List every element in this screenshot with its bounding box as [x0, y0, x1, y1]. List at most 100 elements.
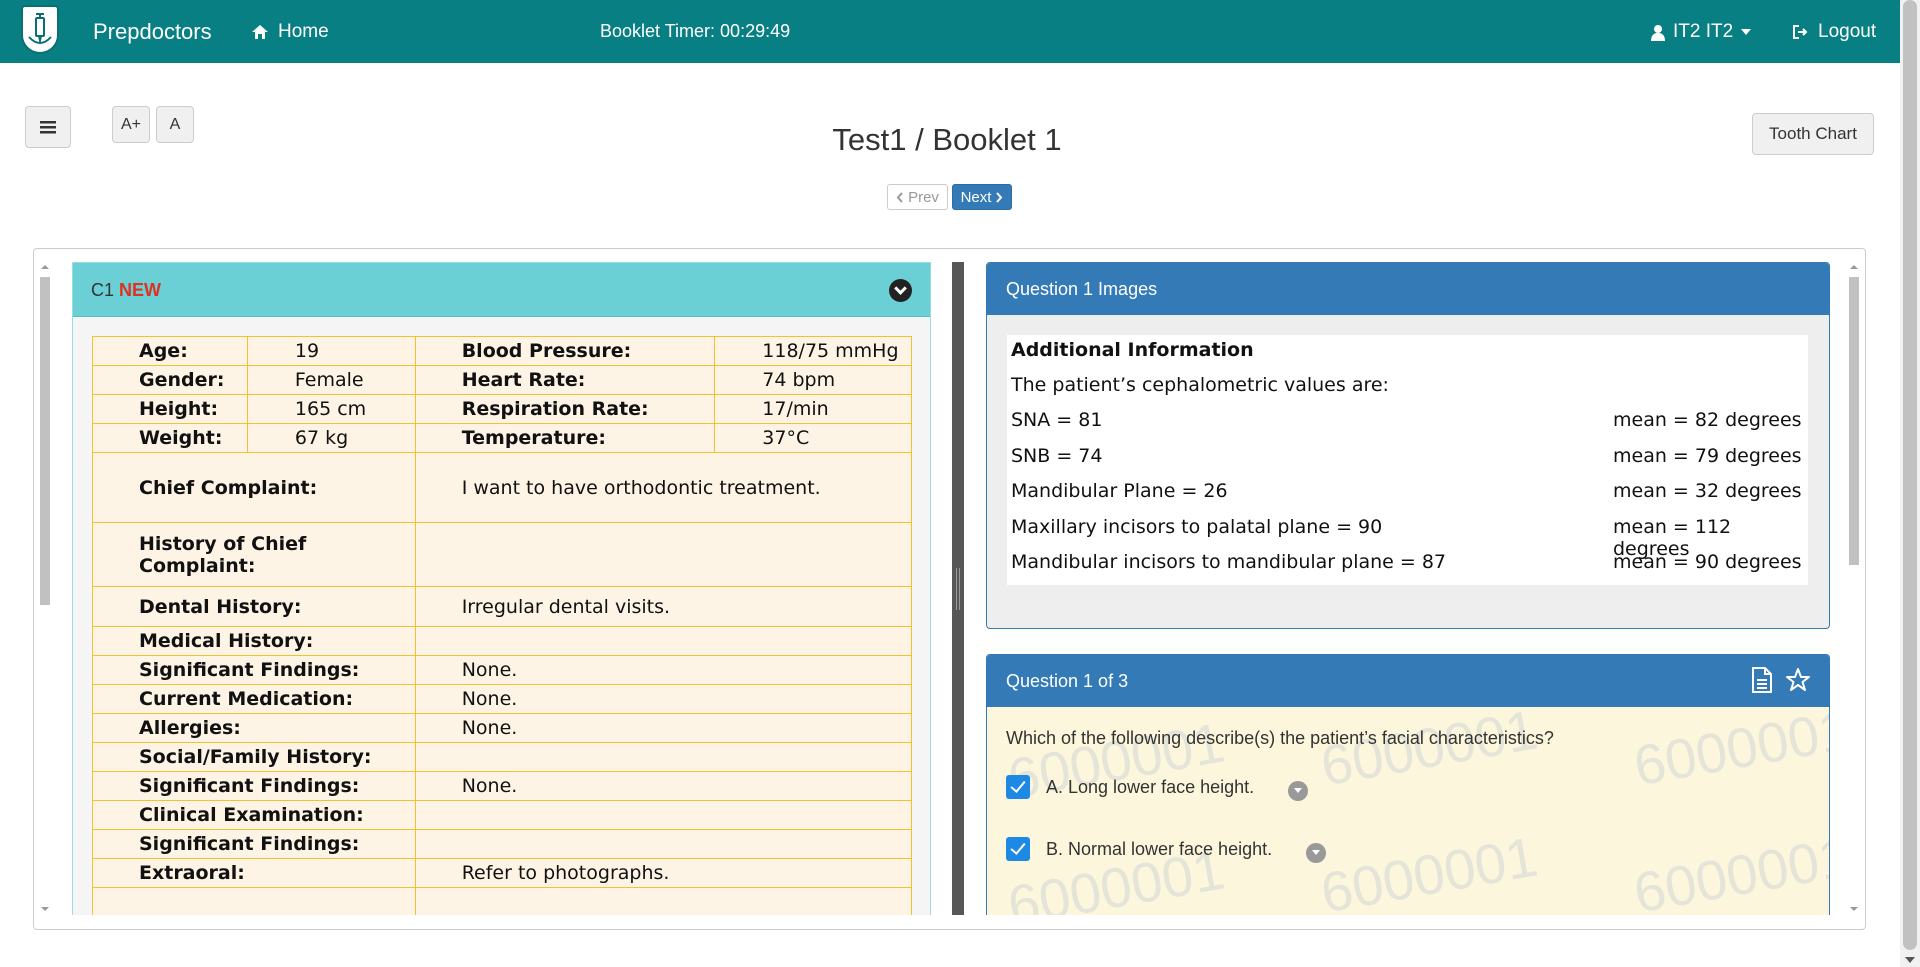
vital-value: 17/min — [714, 394, 912, 424]
case-panel: C1 NEW Age: 19 Blood Pressure: 118/75 mmHg G… — [72, 262, 931, 915]
ceph-mean: mean = 79 degrees — [1613, 444, 1802, 467]
top-navbar: Prepdoctors Home Booklet Timer: 00:29:49… — [0, 0, 1900, 63]
scroll-up-arrow-icon[interactable] — [41, 265, 49, 269]
history-label: Significant Findings: — [92, 771, 416, 801]
watermark-text: 6000001 — [1629, 824, 1830, 915]
history-value: None. — [414, 771, 913, 801]
right-pane-scrollbar[interactable] — [1849, 265, 1859, 911]
page-scrollbar-thumb[interactable] — [1903, 0, 1917, 950]
next-button[interactable]: Next — [952, 184, 1012, 210]
nav-home-link[interactable]: Home — [251, 21, 329, 43]
vitals-row: Weight: 67 kg Temperature: 37°C — [92, 423, 912, 453]
user-menu-dropdown[interactable]: IT2 IT2 — [1651, 21, 1752, 43]
left-pane-scrollbar[interactable] — [40, 265, 50, 911]
history-value: None. — [414, 684, 913, 714]
vitals-row: Age: 19 Blood Pressure: 118/75 mmHg — [92, 336, 912, 366]
history-label: Significant Findings: — [92, 829, 416, 859]
option-b-label[interactable]: B. Normal lower face height. — [1046, 839, 1272, 860]
history-value: None. — [414, 713, 913, 743]
vitals-row: Height: 165 cm Respiration Rate: 17/min — [92, 394, 912, 424]
history-value — [414, 626, 913, 656]
option-a-expand-icon[interactable] — [1288, 781, 1309, 801]
answer-option-b[interactable]: B. Normal lower face height. — [1006, 837, 1327, 863]
caret-down-icon — [1741, 29, 1752, 35]
option-a-checkbox[interactable] — [1006, 775, 1030, 799]
notes-document-icon[interactable] — [1751, 667, 1773, 693]
option-a-label[interactable]: A. Long lower face height. — [1046, 777, 1254, 798]
question-panel-header: Question 1 of 3 — [987, 655, 1829, 707]
question-images-panel: Question 1 Images Additional Information… — [986, 262, 1830, 629]
vital-value: 74 bpm — [714, 365, 912, 395]
scroll-down-arrow-icon[interactable] — [1905, 957, 1915, 963]
new-badge: NEW — [119, 280, 162, 300]
history-value — [414, 829, 913, 859]
vitals-row: Gender: Female Heart Rate: 74 bpm — [92, 365, 912, 395]
scroll-down-arrow-icon[interactable] — [1850, 907, 1858, 911]
history-label: Dental History: — [92, 586, 416, 627]
next-label: Next — [960, 188, 992, 206]
nav-home-label: Home — [278, 21, 329, 42]
vital-label: Age: — [92, 336, 248, 366]
ceph-mean: mean = 90 degrees — [1613, 551, 1802, 573]
history-row: History of Chief Complaint: — [92, 522, 913, 587]
option-b-expand-icon[interactable] — [1306, 843, 1327, 863]
chevron-right-icon — [996, 191, 1003, 203]
history-row: Significant Findings: None. — [92, 771, 913, 801]
vital-value: 165 cm — [246, 394, 416, 424]
history-label: Extraoral: — [92, 858, 416, 888]
history-row — [92, 887, 913, 915]
booklet-timer: Booklet Timer: 00:29:49 — [600, 21, 791, 41]
vital-label: Height: — [92, 394, 248, 424]
vital-label: Temperature: — [414, 423, 716, 453]
patient-info-table: Age: 19 Blood Pressure: 118/75 mmHg Gender: F… — [92, 336, 913, 915]
pane-resize-divider[interactable] — [952, 262, 964, 915]
history-label — [92, 887, 416, 915]
vital-label: Weight: — [92, 423, 248, 453]
ceph-mean: mean = 32 degrees — [1613, 480, 1802, 502]
history-value: I want to have orthodontic treatment. — [414, 452, 913, 523]
brand-link[interactable]: Prepdoctors — [93, 19, 212, 45]
images-panel-title: Question 1 Images — [1006, 279, 1158, 299]
history-label: Chief Complaint: — [92, 452, 416, 523]
additional-info-box: Additional Information The patient’s cep… — [1007, 335, 1808, 585]
history-label: Social/Family History: — [92, 742, 416, 772]
case-panel-header[interactable]: C1 NEW — [73, 263, 930, 317]
case-label: C1 NEW — [91, 280, 161, 301]
history-value — [414, 887, 913, 915]
question-text: Which of the following describe(s) the p… — [1006, 728, 1554, 748]
ceph-mean: mean = 82 degrees — [1613, 409, 1802, 431]
vital-label: Gender: — [92, 365, 248, 395]
cephalometric-row: Maxillary incisors to palatal plane = 90… — [1011, 516, 1806, 560]
right-pane-scrollbar-thumb[interactable] — [1849, 277, 1859, 565]
history-value: None. — [414, 655, 913, 685]
left-pane-scrollbar-thumb[interactable] — [40, 277, 50, 605]
vital-value: Female — [246, 365, 416, 395]
watermark-text: 6000001 — [1629, 697, 1830, 798]
option-b-checkbox[interactable] — [1006, 837, 1030, 861]
prepdoctors-logo[interactable] — [21, 5, 59, 54]
history-row: Current Medication: None. — [92, 684, 913, 714]
page-scrollbar[interactable] — [1900, 0, 1920, 967]
chevron-down-circle-icon[interactable] — [889, 279, 912, 302]
question-number: Question 1 of 3 — [1006, 671, 1129, 691]
cephalometric-row: Mandibular Plane = 26 mean = 32 degrees — [1011, 480, 1806, 502]
scroll-down-arrow-icon[interactable] — [41, 907, 49, 911]
answer-option-a[interactable]: A. Long lower face height. — [1006, 775, 1309, 801]
history-label: Allergies: — [92, 713, 416, 743]
prev-button[interactable]: Prev — [887, 184, 948, 210]
history-value: Refer to photographs. — [414, 858, 913, 888]
history-row: Significant Findings: — [92, 829, 913, 859]
patient-info-table-wrapper: Age: 19 Blood Pressure: 118/75 mmHg Gender: F… — [92, 336, 913, 915]
logout-link[interactable]: Logout — [1792, 21, 1876, 43]
history-label: Clinical Examination: — [92, 800, 416, 830]
history-row: Significant Findings: None. — [92, 655, 913, 685]
page-title-text: Test1 / Booklet 1 — [832, 122, 1062, 157]
scroll-up-arrow-icon[interactable] — [1850, 265, 1858, 269]
user-icon — [1651, 24, 1665, 41]
ceph-measure: SNB = 74 — [1011, 444, 1103, 467]
history-row: Allergies: None. — [92, 713, 913, 743]
bookmark-star-icon[interactable] — [1785, 667, 1811, 693]
logout-icon — [1793, 25, 1808, 39]
vital-label: Respiration Rate: — [414, 394, 716, 424]
drag-handle-icon[interactable] — [956, 568, 960, 610]
